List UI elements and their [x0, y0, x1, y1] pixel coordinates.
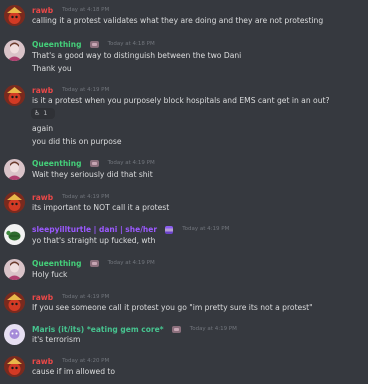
user-avatar[interactable] — [4, 259, 25, 280]
message-timestamp: Today at 4:18 PM — [62, 7, 110, 13]
author-name[interactable]: Queenthing — [32, 40, 81, 49]
author-name[interactable]: rawb — [32, 357, 53, 366]
user-avatar[interactable] — [4, 324, 25, 345]
user-avatar[interactable] — [4, 356, 25, 377]
message-text: its important to NOT call it a protest — [32, 203, 170, 212]
author-name[interactable]: Maris (it/its) *eating gem core* — [32, 325, 164, 334]
message-text: again — [32, 124, 54, 133]
author-name[interactable]: Queenthing — [32, 159, 81, 168]
message-text: Holy fuck — [32, 270, 68, 279]
reaction[interactable]: ♿ 1 — [31, 108, 55, 119]
role-icon — [89, 160, 99, 167]
user-avatar[interactable] — [4, 159, 25, 180]
message-timestamp: Today at 4:19 PM — [189, 326, 237, 332]
user-avatar[interactable] — [4, 40, 25, 61]
author-name[interactable]: rawb — [32, 293, 53, 302]
message-text: Wait they seriously did that shit — [32, 170, 153, 179]
author-name[interactable]: rawb — [32, 86, 53, 95]
role-icon — [89, 41, 99, 48]
author-name[interactable]: rawb — [32, 193, 53, 202]
message-text: calling it a protest validates what they… — [32, 16, 324, 25]
user-avatar[interactable] — [4, 292, 25, 313]
message-timestamp: Today at 4:18 PM — [107, 41, 155, 47]
message-text: yo that's straight up fucked, wth — [32, 236, 156, 245]
message-timestamp: Today at 4:19 PM — [107, 160, 155, 166]
author-name[interactable]: sleepyillturtle | dani | she/her — [32, 225, 157, 234]
message-timestamp: Today at 4:19 PM — [62, 294, 110, 300]
message-text: you did this on purpose — [32, 137, 122, 146]
message-timestamp: Today at 4:19 PM — [62, 194, 110, 200]
user-avatar[interactable] — [4, 192, 25, 213]
message-text: cause if im allowed to — [32, 367, 116, 376]
reaction-count: 1 — [43, 109, 48, 117]
message-timestamp: Today at 4:19 PM — [107, 260, 155, 266]
role-icon — [89, 260, 99, 267]
pride-flag-icon — [165, 225, 174, 234]
message-text: If you see someone call it protest you g… — [32, 303, 313, 312]
author-name[interactable]: Queenthing — [32, 259, 81, 268]
message-timestamp: Today at 4:19 PM — [62, 87, 110, 93]
message-timestamp: Today at 4:19 PM — [182, 226, 230, 232]
message-text: That's a good way to distinguish between… — [32, 51, 242, 60]
role-icon — [171, 326, 181, 333]
wheelchair-emoji-icon: ♿ — [34, 109, 41, 117]
message-text: Thank you — [32, 64, 72, 73]
message-timestamp: Today at 4:20 PM — [62, 358, 110, 364]
author-name[interactable]: rawb — [32, 6, 53, 15]
user-avatar[interactable] — [4, 5, 25, 26]
user-avatar[interactable] — [4, 85, 25, 106]
message-text: is it a protest when you purposely block… — [32, 96, 330, 105]
user-avatar[interactable] — [4, 224, 25, 245]
message-text: it's terrorism — [32, 335, 81, 344]
